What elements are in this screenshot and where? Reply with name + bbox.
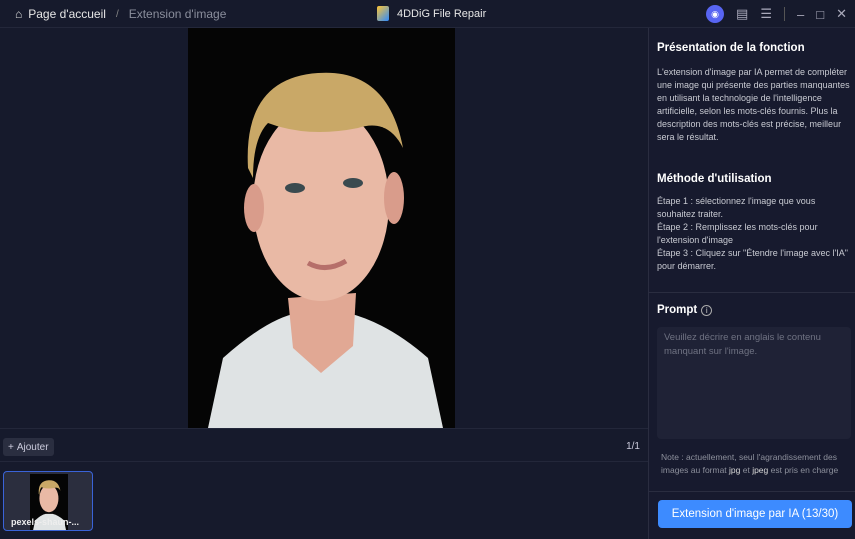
image-toolbar: + Ajouter 1/1 xyxy=(0,428,648,462)
discord-icon[interactable]: ◉ xyxy=(706,5,725,23)
preview-image xyxy=(188,28,455,428)
divider xyxy=(649,292,855,293)
info-icon[interactable]: i xyxy=(701,304,713,316)
app-title: 4DDiG File Repair xyxy=(377,6,486,21)
thumbnail-filename: pexels-shaun-... xyxy=(11,517,80,527)
minimize-icon[interactable]: – xyxy=(797,7,804,22)
intro-text: L'extension d'image par IA permet de com… xyxy=(657,67,850,142)
note-jpg: jpg xyxy=(729,465,741,475)
format-note: Note : actuellement, seul l'agrandisseme… xyxy=(661,451,853,477)
prompt-label: Prompt i xyxy=(657,304,713,316)
divider xyxy=(784,7,785,21)
note-text: et xyxy=(740,465,753,475)
breadcrumb-separator: / xyxy=(115,8,119,20)
window-controls: ◉ ▤ ☰ – □ ✕ xyxy=(706,5,847,23)
note-jpeg: jpeg xyxy=(752,465,769,475)
step-1: Étape 1 : sélectionnez l'image que vous … xyxy=(657,196,816,219)
maximize-icon[interactable]: □ xyxy=(816,7,824,22)
breadcrumb-home[interactable]: Page d'accueil xyxy=(28,7,106,21)
thumbnail-strip: pexels-shaun-... xyxy=(0,462,648,539)
add-image-button[interactable]: + Ajouter xyxy=(3,438,54,456)
image-preview-area xyxy=(0,28,648,428)
plus-icon: + xyxy=(8,441,14,453)
ai-extend-button[interactable]: Extension d'image par IA (13/30) xyxy=(658,500,852,528)
divider xyxy=(649,491,855,492)
close-icon[interactable]: ✕ xyxy=(836,6,847,22)
home-icon[interactable]: ⌂ xyxy=(15,7,22,21)
breadcrumb: ⌂ Page d'accueil / Extension d'image xyxy=(15,7,226,21)
steps-list: Étape 1 : sélectionnez l'image que vous … xyxy=(657,195,853,273)
method-title: Méthode d'utilisation xyxy=(657,173,772,185)
step-3: Étape 3 : Cliquez sur "Étendre l'image a… xyxy=(657,248,848,271)
add-label: Ajouter xyxy=(16,441,49,453)
thumbnail-item[interactable]: pexels-shaun-... xyxy=(3,471,93,531)
prompt-input[interactable] xyxy=(657,327,851,439)
page-count: 1/1 xyxy=(626,441,640,452)
app-logo-icon xyxy=(377,6,389,21)
menu-icon[interactable]: ☰ xyxy=(760,6,772,22)
intro-title: Présentation de la fonction xyxy=(657,42,805,54)
breadcrumb-current: Extension d'image xyxy=(128,7,227,21)
side-panel: Présentation de la fonction L'extension … xyxy=(648,28,855,539)
prompt-label-text: Prompt xyxy=(657,304,698,316)
title-bar: ⌂ Page d'accueil / Extension d'image 4DD… xyxy=(0,0,855,28)
app-title-text: 4DDiG File Repair xyxy=(397,7,487,20)
step-2: Étape 2 : Remplissez les mots-clés pour … xyxy=(657,222,818,245)
feedback-icon[interactable]: ▤ xyxy=(736,6,748,22)
note-text: est pris en charge xyxy=(768,465,839,475)
